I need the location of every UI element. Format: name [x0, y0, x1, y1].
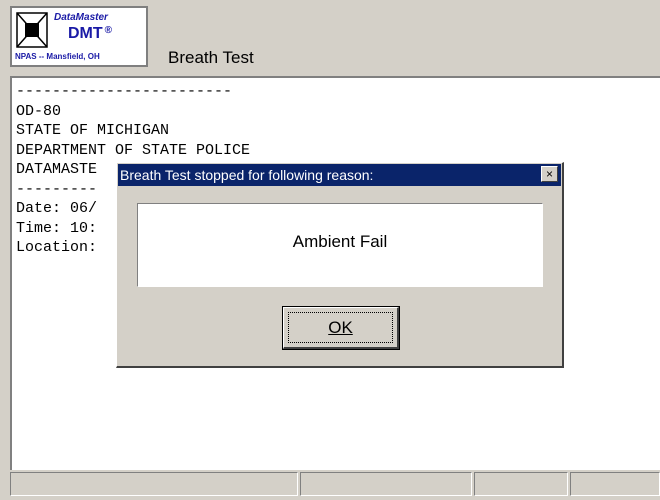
logo-model: DMT ® [68, 25, 113, 42]
report-line: DEPARTMENT OF STATE POLICE [16, 141, 251, 159]
close-icon[interactable]: × [541, 166, 558, 182]
status-cell [570, 472, 660, 496]
logo-location: NPAS -- Mansfield, OH [15, 52, 100, 61]
logo-brand: DataMaster [54, 12, 108, 23]
ok-button-label: OK [328, 318, 353, 337]
ok-button[interactable]: OK [282, 306, 400, 350]
dialog-titlebar[interactable]: Breath Test stopped for following reason… [118, 164, 561, 186]
app-header: DataMaster DMT ® NPAS -- Mansfield, OH Br… [0, 0, 660, 74]
status-cell [300, 472, 472, 496]
status-cell [474, 472, 568, 496]
test-stopped-dialog: Breath Test stopped for following reason… [116, 162, 564, 368]
datamaster-logo: DataMaster DMT ® NPAS -- Mansfield, OH [10, 6, 148, 67]
dialog-title: Breath Test stopped for following reason… [120, 167, 374, 183]
datamaster-logo-icon [16, 12, 48, 48]
report-line: OD-80 [16, 102, 62, 120]
status-cell [10, 472, 298, 496]
dialog-message: Ambient Fail [292, 232, 388, 251]
dialog-message-panel: Ambient Fail [137, 203, 543, 287]
window-title: Breath Test [168, 48, 254, 67]
report-line: ------------------------ [16, 83, 233, 100]
status-bar [10, 470, 660, 500]
report-line: STATE OF MICHIGAN [16, 122, 170, 139]
